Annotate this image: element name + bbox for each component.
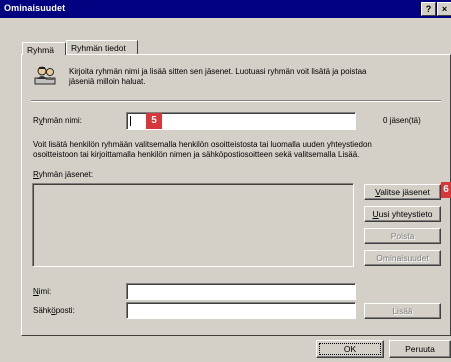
close-button[interactable]: × bbox=[437, 2, 451, 16]
select-members-button[interactable]: Valitse jäsenet bbox=[364, 184, 441, 200]
name-input[interactable] bbox=[126, 283, 356, 300]
annotation-badge-6: 6 bbox=[441, 182, 451, 198]
instructions-line-2: osoitteistoon tai kirjoittamalla henkilö… bbox=[33, 150, 360, 159]
window-title: Ominaisuudet bbox=[4, 3, 66, 13]
group-people-icon bbox=[34, 64, 58, 86]
name-label: Nimi: bbox=[33, 287, 52, 296]
help-button[interactable]: ? bbox=[421, 2, 436, 16]
instructions-line-1: Voit lisätä henkilön ryhmään valitsemall… bbox=[33, 140, 372, 149]
properties-button[interactable]: Ominaisuudet bbox=[364, 250, 441, 266]
intro-text-line-1: Kirjoita ryhmän nimi ja lisää sitten sen… bbox=[69, 67, 367, 76]
remove-button[interactable]: Poista bbox=[364, 228, 441, 244]
add-button[interactable]: Lisää bbox=[364, 303, 441, 319]
annotation-badge-5: 5 bbox=[146, 113, 162, 129]
group-name-label: Ryhmän nimi: bbox=[33, 116, 82, 125]
tab-group-details[interactable]: Ryhmän tiedot bbox=[66, 40, 138, 54]
email-input[interactable] bbox=[126, 302, 356, 319]
email-label: Sähköposti: bbox=[33, 306, 75, 315]
text-cursor bbox=[130, 116, 131, 126]
cancel-button[interactable]: Peruuta bbox=[389, 340, 451, 358]
members-label: Ryhmän jäsenet: bbox=[33, 170, 94, 179]
title-bar: Ominaisuudet ? × bbox=[0, 0, 451, 18]
new-contact-button[interactable]: Uusi yhteystieto bbox=[364, 206, 441, 222]
separator bbox=[31, 100, 441, 102]
tab-group[interactable]: Ryhmä bbox=[22, 42, 66, 55]
member-count: 0 jäsen(tä) bbox=[383, 116, 421, 125]
properties-dialog: Ominaisuudet ? × Ryhmä Ryhmän tiedot Kir… bbox=[0, 0, 451, 362]
intro-text-line-2: jäseniä milloin haluat. bbox=[69, 77, 146, 86]
members-list[interactable] bbox=[32, 183, 354, 267]
ok-button[interactable]: OK bbox=[316, 340, 384, 358]
